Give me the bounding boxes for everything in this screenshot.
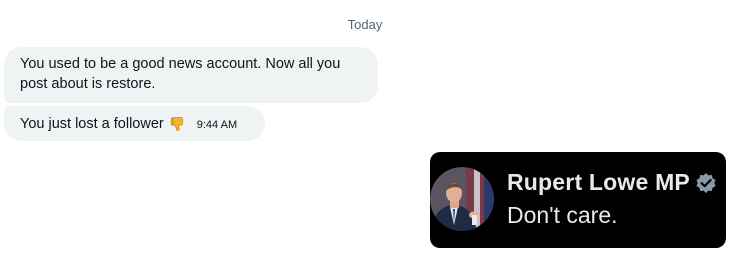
message-bubble[interactable]: You just lost a follower 9:44 AM <box>4 106 265 141</box>
reply-card[interactable]: Rupert Lowe MP Don't care. <box>430 152 726 248</box>
message-bubble[interactable]: You used to be a good news account. Now … <box>4 47 378 103</box>
author-name[interactable]: Rupert Lowe MP <box>507 169 690 196</box>
message-timestamp: 9:44 AM <box>196 118 238 131</box>
verified-badge-icon <box>695 172 717 194</box>
message-text: You used to be a good news account. Now … <box>20 56 341 92</box>
reply-text: Don't care. <box>507 202 618 228</box>
avatar[interactable] <box>430 167 494 231</box>
thumbs-down-icon <box>170 116 185 132</box>
date-divider: Today <box>347 17 383 32</box>
message-text: You just lost a follower <box>20 115 164 132</box>
